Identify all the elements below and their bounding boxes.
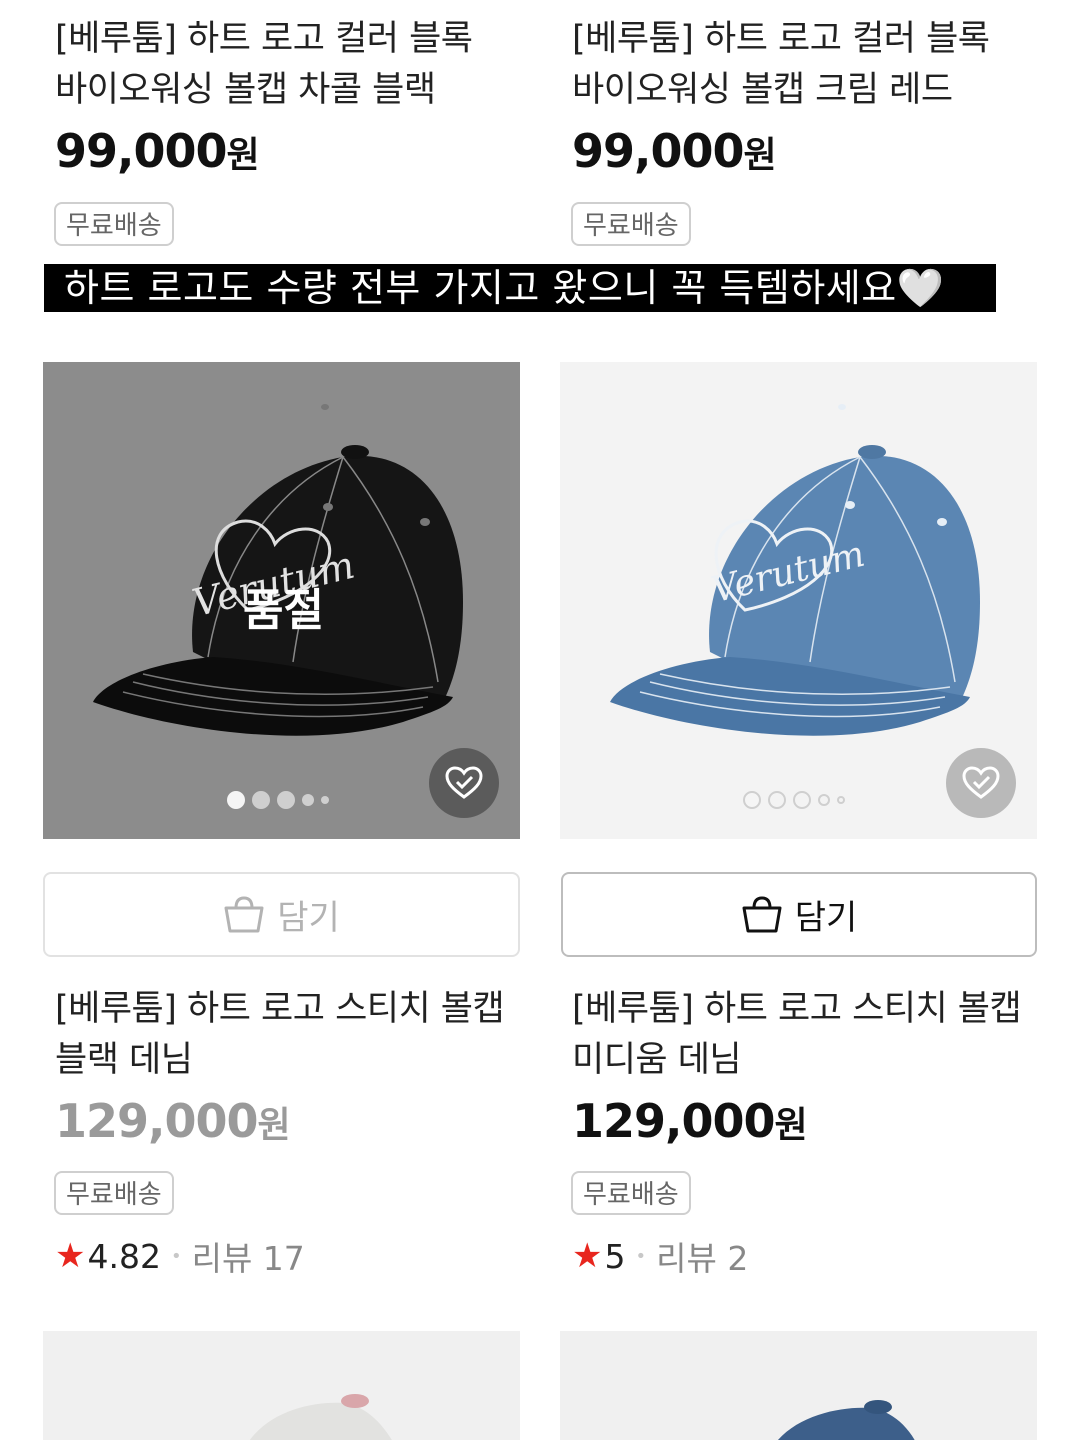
- title-line: 바이오워싱 볼캡 차콜 블랙: [55, 70, 436, 110]
- product-image-next-right[interactable]: [560, 1331, 1037, 1440]
- rating-row[interactable]: ★ 4.82 • 리뷰 17: [55, 1232, 305, 1280]
- shopping-bag-icon: [224, 895, 264, 932]
- add-to-cart-button[interactable]: 담기: [43, 872, 520, 957]
- price-number: 99,000: [55, 124, 228, 178]
- price-unit: 원: [743, 135, 777, 176]
- price: 129,000원: [572, 1094, 808, 1148]
- title-line: [베루툼] 하트 로고 스티치 볼캡: [55, 989, 505, 1029]
- cart-button-label: 담기: [277, 898, 340, 938]
- carousel-dot[interactable]: [277, 791, 295, 809]
- carousel-dot-active[interactable]: [743, 791, 761, 809]
- cap-image: [249, 1394, 392, 1440]
- review-count: 리뷰 2: [656, 1239, 749, 1278]
- rating-value: 4.82: [87, 1236, 161, 1276]
- price-number: 99,000: [572, 124, 745, 178]
- price-top-left: 99,000원: [55, 124, 260, 178]
- product-title[interactable]: [베루툼] 하트 로고 스티치 볼캡 블랙 데님: [55, 984, 505, 1086]
- review-count: 리뷰 17: [191, 1239, 305, 1278]
- cart-button-label: 담기: [794, 898, 858, 938]
- add-to-cart-button[interactable]: 담기: [561, 872, 1037, 957]
- promo-banner: 하트 로고도 수량 전부 가지고 왔으니 꼭 득템하세요🤍: [44, 264, 996, 312]
- carousel-dot-active[interactable]: [227, 791, 245, 809]
- star-icon: ★: [55, 1236, 86, 1276]
- carousel-dot[interactable]: [837, 796, 845, 804]
- separator-dot: •: [635, 1245, 647, 1267]
- price-unit: 원: [774, 1105, 808, 1146]
- price-top-right: 99,000원: [572, 124, 777, 178]
- free-shipping-badge: 무료배송: [571, 1171, 691, 1215]
- title-line: 블랙 데님: [55, 1040, 193, 1080]
- heart-check-icon: [445, 766, 483, 799]
- carousel-dot[interactable]: [793, 791, 811, 809]
- title-line: [베루툼] 하트 로고 컬러 블록: [572, 19, 990, 59]
- rating-row[interactable]: ★ 5 • 리뷰 2: [572, 1232, 748, 1280]
- shopping-bag-icon: [742, 895, 782, 932]
- carousel-dot[interactable]: [302, 794, 314, 806]
- price-unit: 원: [226, 135, 260, 176]
- free-shipping-badge: 무료배송: [571, 202, 691, 246]
- product-title[interactable]: [베루툼] 하트 로고 스티치 볼캡 미디움 데님: [572, 984, 1022, 1086]
- price-number: 129,000: [55, 1094, 259, 1148]
- carousel-dot[interactable]: [321, 796, 329, 804]
- free-shipping-badge: 무료배송: [54, 202, 174, 246]
- image-carousel-dots[interactable]: [743, 791, 845, 809]
- image-carousel-dots[interactable]: [227, 791, 329, 809]
- title-line: [베루툼] 하트 로고 컬러 블록: [55, 19, 473, 59]
- price-number: 129,000: [572, 1094, 776, 1148]
- star-icon: ★: [572, 1236, 603, 1276]
- heart-check-icon: [962, 766, 1000, 799]
- title-line: [베루툼] 하트 로고 스티치 볼캡: [572, 989, 1022, 1029]
- sold-out-label: 품절: [243, 585, 324, 636]
- title-line: 미디움 데님: [572, 1040, 742, 1080]
- product-title-top-right[interactable]: [베루툼] 하트 로고 컬러 블록 바이오워싱 볼캡 크림 레드: [572, 14, 990, 116]
- carousel-dot[interactable]: [818, 794, 830, 806]
- product-image-black-denim[interactable]: Verutum 품절: [43, 362, 520, 839]
- price: 129,000원: [55, 1094, 291, 1148]
- free-shipping-badge: 무료배송: [54, 1171, 174, 1215]
- wishlist-button[interactable]: [946, 748, 1016, 818]
- carousel-dot[interactable]: [252, 791, 270, 809]
- rating-value: 5: [604, 1236, 626, 1276]
- title-line: 바이오워싱 볼캡 크림 레드: [572, 70, 953, 110]
- product-title-top-left[interactable]: [베루툼] 하트 로고 컬러 블록 바이오워싱 볼캡 차콜 블랙: [55, 14, 473, 116]
- product-image-medium-denim[interactable]: Verutum: [560, 362, 1037, 839]
- wishlist-button[interactable]: [429, 748, 499, 818]
- product-image-next-left[interactable]: [43, 1331, 520, 1440]
- cap-image: [778, 1400, 915, 1440]
- separator-dot: •: [170, 1245, 182, 1267]
- carousel-dot[interactable]: [768, 791, 786, 809]
- price-unit: 원: [257, 1105, 291, 1146]
